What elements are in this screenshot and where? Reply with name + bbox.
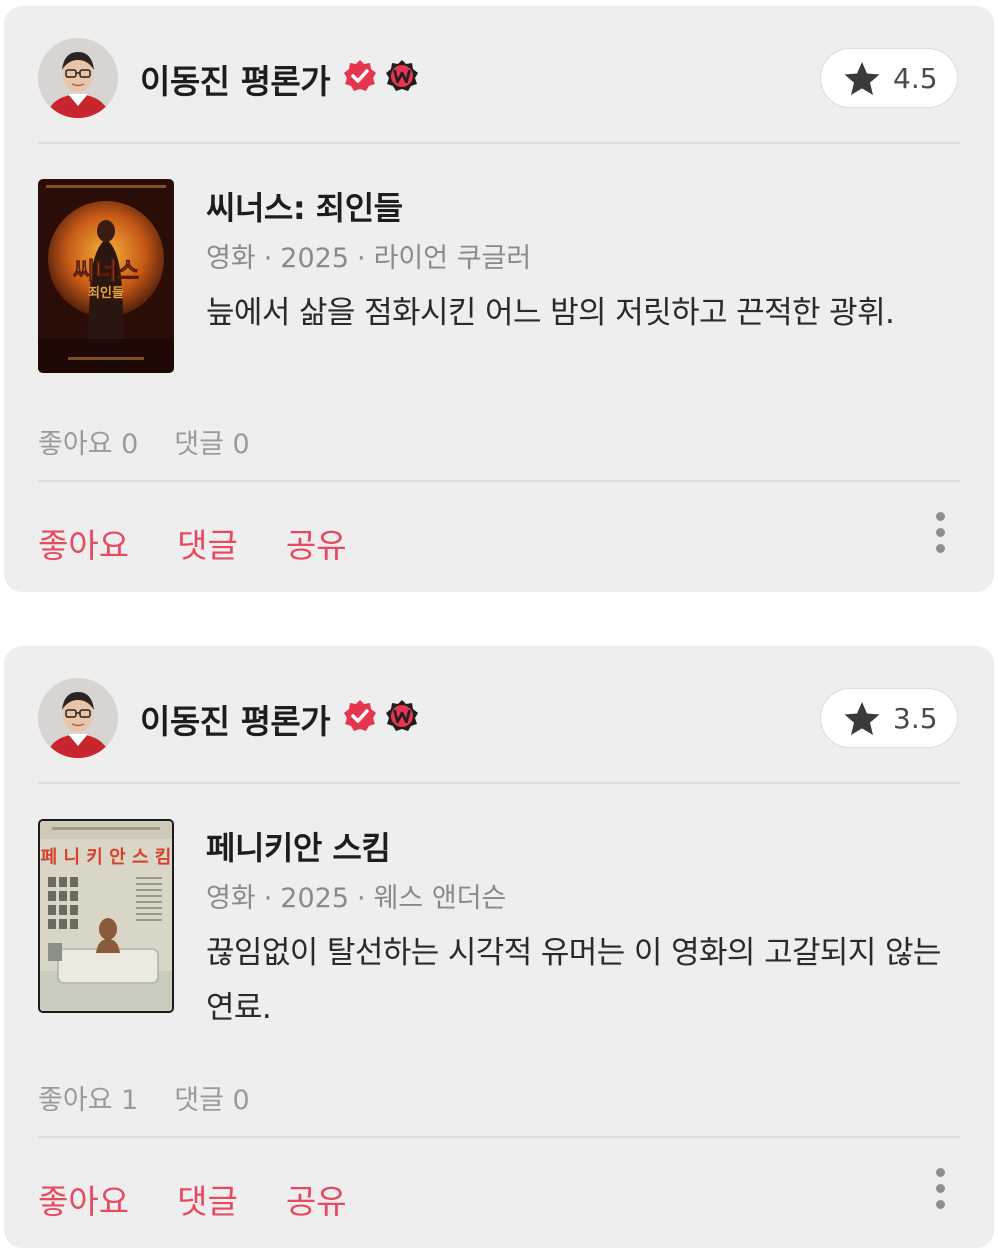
review-text[interactable]: 끊임없이 탈선하는 시각적 유머는 이 영화의 고갈되지 않는 연료. (206, 926, 946, 1036)
watcha-w-icon (386, 60, 418, 91)
author-name[interactable]: 이동진 평론가 (140, 695, 331, 743)
author-avatar[interactable] (38, 38, 118, 118)
movie-meta: 영화 · 2025 · 라이언 쿠글러 (206, 236, 531, 275)
like-button[interactable]: 좋아요 (38, 526, 129, 565)
director: 라이언 쿠글러 (373, 243, 532, 274)
action-bar: 좋아요 댓글 공유 (38, 519, 395, 567)
verified-check-icon (344, 60, 376, 91)
star-icon (844, 702, 880, 735)
comment-button[interactable]: 댓글 (177, 526, 238, 565)
movie-poster[interactable]: 페 니 키 안 스 킴 (38, 819, 174, 1013)
divider (38, 782, 960, 784)
action-bar: 좋아요 댓글 공유 (38, 1175, 395, 1223)
poster-title: 씨너스 (73, 257, 139, 285)
review-card[interactable]: 이동진 평론가 3.5 페 니 키 안 스 킴 페니키안 스킴 영화 · 202… (4, 646, 994, 1248)
more-vertical-icon[interactable] (930, 512, 950, 558)
divider (38, 1136, 960, 1138)
release-year: 2025 (280, 883, 349, 914)
divider (38, 142, 960, 144)
verified-check-icon (344, 700, 376, 731)
movie-title[interactable]: 페니키안 스킴 (206, 823, 391, 869)
watcha-w-icon (386, 700, 418, 731)
engagement-counts: 좋아요 0 댓글 0 (38, 422, 286, 461)
rating-value: 3.5 (893, 702, 938, 735)
meta-separator: · (263, 883, 273, 914)
star-icon (844, 62, 880, 95)
poster-title: 페 니 키 안 스 킴 (41, 847, 172, 868)
media-type: 영화 (206, 883, 256, 914)
movie-title[interactable]: 씨너스: 죄인들 (206, 183, 403, 229)
like-button[interactable]: 좋아요 (38, 1182, 129, 1221)
rating-badge: 4.5 (820, 48, 958, 108)
movie-meta: 영화 · 2025 · 웨스 앤더슨 (206, 876, 506, 915)
meta-separator: · (357, 243, 366, 274)
director: 웨스 앤더슨 (373, 883, 507, 914)
comment-count: 댓글 0 (174, 1085, 250, 1116)
engagement-counts: 좋아요 1 댓글 0 (38, 1078, 286, 1117)
like-count: 좋아요 0 (38, 429, 139, 460)
comment-count: 댓글 0 (174, 429, 250, 460)
rating-value: 4.5 (893, 62, 938, 95)
release-year: 2025 (280, 243, 349, 274)
comment-button[interactable]: 댓글 (177, 1182, 238, 1221)
divider (38, 480, 960, 482)
meta-separator: · (263, 243, 273, 274)
review-text[interactable]: 늪에서 삶을 점화시킨 어느 밤의 저릿하고 끈적한 광휘. (206, 286, 966, 341)
meta-separator: · (357, 883, 366, 914)
more-vertical-icon[interactable] (930, 1168, 950, 1214)
poster-subtitle: 죄인들 (88, 285, 124, 301)
author-name[interactable]: 이동진 평론가 (140, 55, 331, 103)
share-button[interactable]: 공유 (286, 526, 347, 565)
like-count: 좋아요 1 (38, 1085, 139, 1116)
author-avatar[interactable] (38, 678, 118, 758)
movie-poster[interactable]: 씨너스 죄인들 (38, 179, 174, 373)
media-type: 영화 (206, 243, 256, 274)
share-button[interactable]: 공유 (286, 1182, 347, 1221)
review-card[interactable]: 이동진 평론가 4.5 씨너스 죄인들 씨너스: 죄인들 영화 · 2025 ·… (4, 6, 994, 592)
rating-badge: 3.5 (820, 688, 958, 748)
